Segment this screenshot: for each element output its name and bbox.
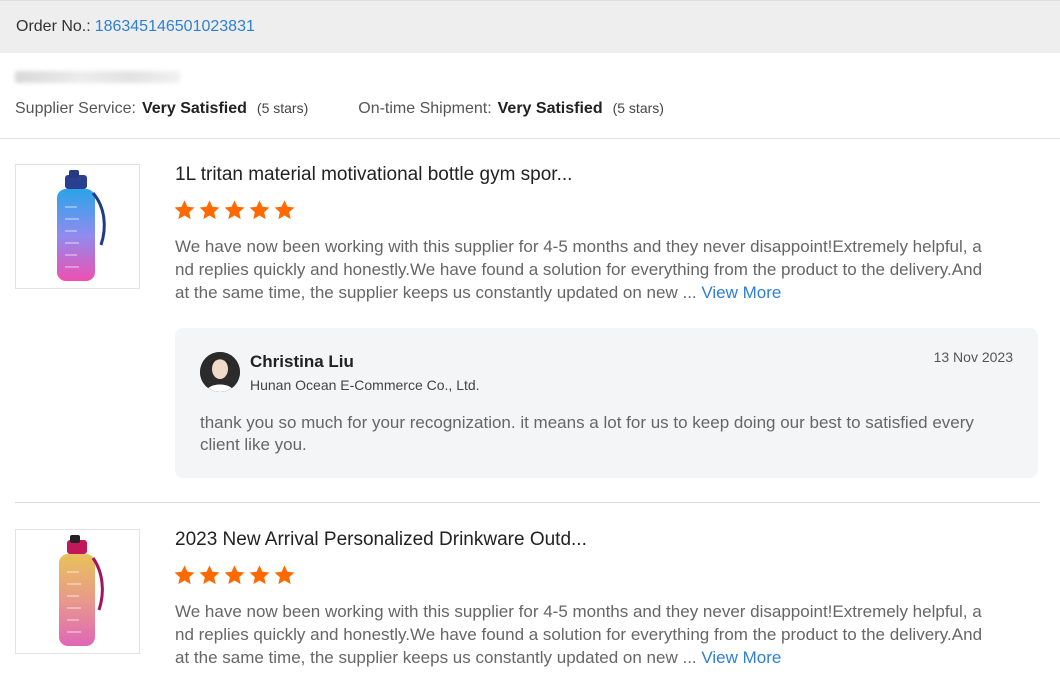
blurred-buyer-name [15, 71, 180, 83]
star-icon [274, 565, 295, 585]
section-divider [0, 138, 1060, 139]
star-rating [173, 564, 296, 586]
order-number-bar: Order No.: 186345146501023831 [0, 0, 1060, 53]
review-divider [15, 502, 1040, 503]
shipment-rating: On-time Shipment: Very Satisfied (5 star… [358, 100, 664, 118]
review-body: We have now been working with this suppl… [175, 602, 983, 667]
star-icon [174, 200, 195, 220]
reply-text: thank you so much for your recognization… [200, 413, 974, 454]
shipment-stars: (5 stars) [612, 100, 664, 116]
view-more-link[interactable]: View More [701, 283, 781, 302]
overall-ratings: Supplier Service: Very Satisfied (5 star… [15, 97, 664, 121]
product-thumbnail[interactable] [15, 164, 140, 289]
review-text: We have now been working with this suppl… [175, 600, 990, 669]
supplier-service-stars: (5 stars) [256, 100, 309, 116]
view-more-link[interactable]: View More [701, 648, 781, 667]
shipment-label: On-time Shipment: [358, 100, 492, 117]
supplier-service-label: Supplier Service: [15, 100, 136, 117]
star-icon [199, 200, 220, 220]
star-icon [224, 200, 245, 220]
water-bottle-image [56, 169, 106, 281]
star-icon [249, 200, 270, 220]
supplier-service-rating: Supplier Service: Very Satisfied (5 star… [15, 100, 308, 118]
supplier-service-value: Very Satisfied [141, 100, 247, 117]
water-bottle-image [58, 534, 104, 646]
review-body: We have now been working with this suppl… [175, 237, 983, 302]
product-thumbnail[interactable] [15, 529, 140, 654]
review-text: We have now been working with this suppl… [175, 235, 990, 304]
reply-date: 13 Nov 2023 [933, 349, 1013, 365]
product-title[interactable]: 2023 New Arrival Personalized Drinkware … [175, 529, 587, 551]
reply-author-name: Christina Liu [250, 352, 354, 371]
avatar [200, 352, 240, 392]
star-icon [249, 565, 270, 585]
star-icon [174, 565, 195, 585]
star-icon [274, 200, 295, 220]
star-icon [199, 565, 220, 585]
order-number-label: Order No.: [16, 18, 91, 35]
product-title[interactable]: 1L tritan material motivational bottle g… [175, 164, 572, 186]
shipment-value: Very Satisfied [497, 100, 603, 117]
star-icon [224, 565, 245, 585]
supplier-reply: Christina Liu Hunan Ocean E-Commerce Co.… [175, 328, 1038, 478]
reply-company: Hunan Ocean E-Commerce Co., Ltd. [250, 377, 480, 393]
star-rating [173, 199, 296, 221]
order-number-link[interactable]: 186345146501023831 [95, 18, 255, 36]
